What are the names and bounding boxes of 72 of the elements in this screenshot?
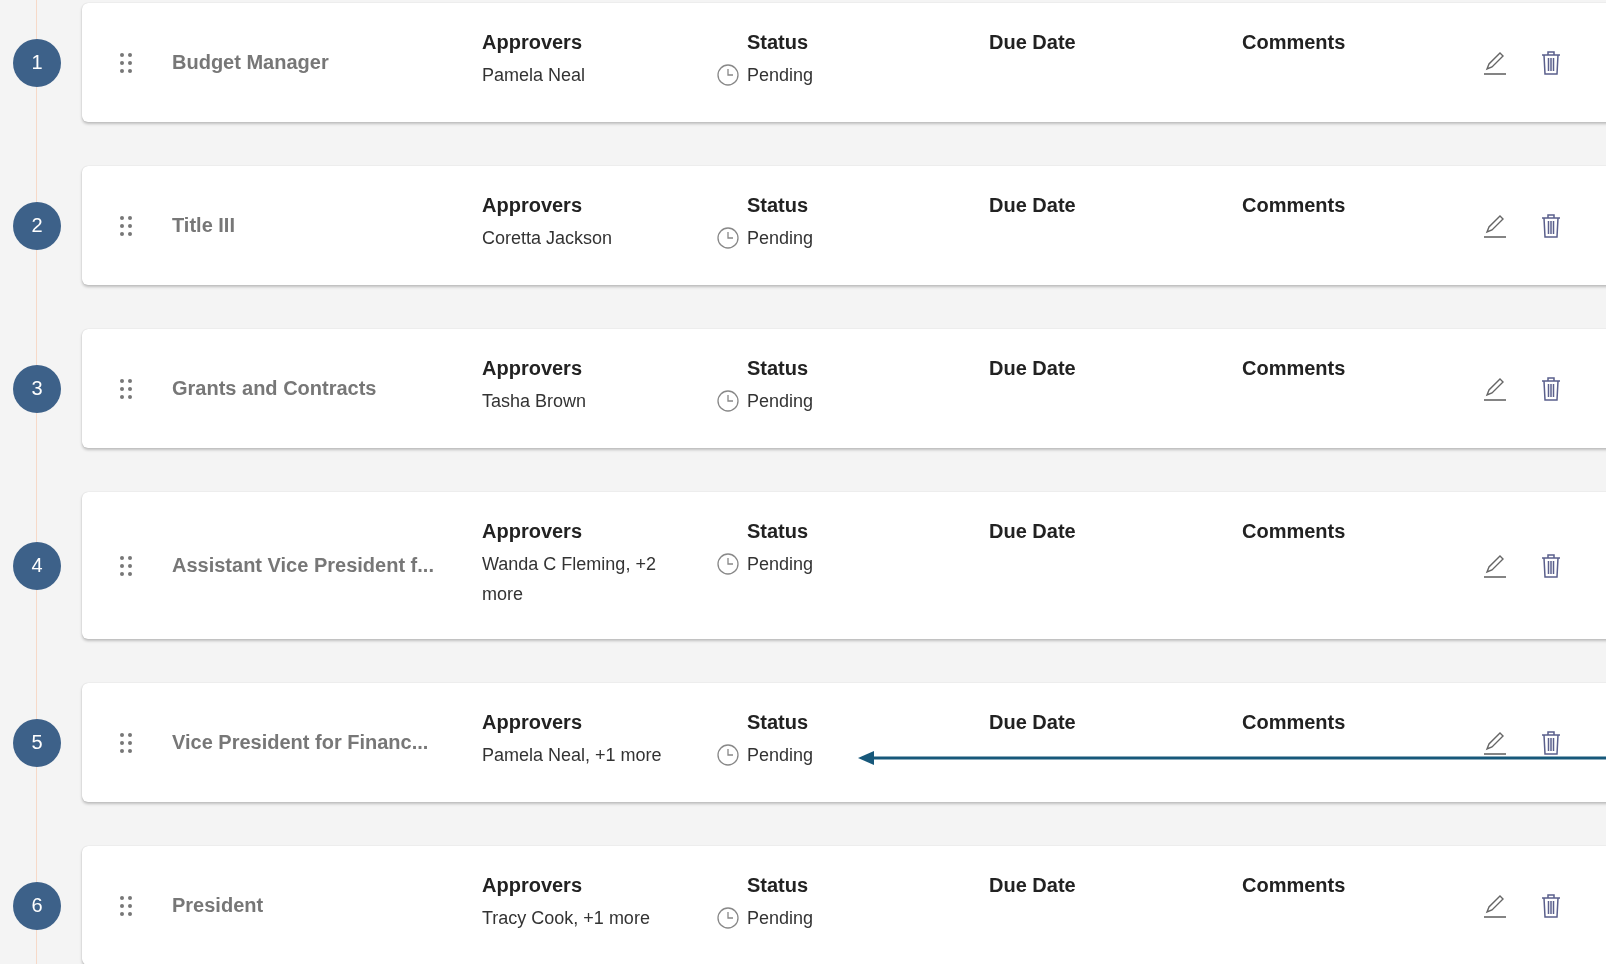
- drag-handle-icon[interactable]: [120, 215, 132, 236]
- step-number: 4: [13, 541, 61, 590]
- column-label: Status: [747, 194, 810, 217]
- status-value: Pending: [747, 227, 814, 250]
- column-label: Status: [747, 711, 810, 734]
- column-label: Approvers: [482, 357, 584, 380]
- clock-icon: [717, 227, 739, 249]
- approvers-value: Tracy Cook, +1 more: [482, 907, 651, 930]
- approvers-value: Tasha Brown: [482, 390, 588, 413]
- column-label: Comments: [1242, 357, 1347, 380]
- column-label: Due Date: [989, 874, 1077, 897]
- status-value: Pending: [747, 744, 814, 767]
- step-number: 6: [13, 881, 61, 930]
- column-label: Due Date: [989, 357, 1077, 380]
- column-label: Comments: [1242, 711, 1347, 734]
- approvers-value: Wanda C Fleming, +2 more: [482, 553, 657, 606]
- drag-handle-icon[interactable]: [120, 732, 132, 753]
- delete-button[interactable]: [1540, 212, 1562, 239]
- step-name: Budget Manager: [172, 51, 330, 74]
- step-name: Vice President for Financ...: [172, 731, 430, 754]
- column-label: Status: [747, 31, 810, 54]
- edit-button[interactable]: [1482, 729, 1508, 756]
- edit-button[interactable]: [1482, 49, 1508, 76]
- column-label: Status: [747, 357, 810, 380]
- step-number: 1: [13, 38, 61, 87]
- column-label: Due Date: [989, 31, 1077, 54]
- column-label: Approvers: [482, 520, 584, 543]
- clock-icon: [717, 553, 739, 575]
- drag-handle-icon[interactable]: [120, 52, 132, 73]
- clock-icon: [717, 390, 739, 412]
- clock-icon: [717, 907, 739, 929]
- column-label: Comments: [1242, 874, 1347, 897]
- step-name: President: [172, 894, 265, 917]
- column-label: Approvers: [482, 874, 584, 897]
- delete-button[interactable]: [1540, 729, 1562, 756]
- column-label: Approvers: [482, 31, 584, 54]
- column-label: Comments: [1242, 31, 1347, 54]
- column-label: Status: [747, 520, 810, 543]
- status-value: Pending: [747, 907, 814, 930]
- step-number: 3: [13, 364, 61, 413]
- step-name: Assistant Vice President f...: [172, 554, 435, 577]
- status-value: Pending: [747, 390, 814, 413]
- drag-handle-icon[interactable]: [120, 378, 132, 399]
- delete-button[interactable]: [1540, 552, 1562, 579]
- status-value: Pending: [747, 553, 814, 576]
- approvers-value: Pamela Neal: [482, 64, 587, 87]
- edit-button[interactable]: [1482, 552, 1508, 579]
- drag-handle-icon[interactable]: [120, 895, 132, 916]
- approvers-value: Coretta Jackson: [482, 227, 614, 250]
- edit-button[interactable]: [1482, 892, 1508, 919]
- step-name: Title III: [172, 214, 236, 237]
- column-label: Due Date: [989, 711, 1077, 734]
- column-label: Comments: [1242, 520, 1347, 543]
- step-number: 2: [13, 201, 61, 250]
- status-value: Pending: [747, 64, 814, 87]
- column-label: Due Date: [989, 194, 1077, 217]
- approvers-value: Pamela Neal, +1 more: [482, 744, 663, 767]
- delete-button[interactable]: [1540, 49, 1562, 76]
- edit-button[interactable]: [1482, 375, 1508, 402]
- delete-button[interactable]: [1540, 375, 1562, 402]
- column-label: Status: [747, 874, 810, 897]
- column-label: Due Date: [989, 520, 1077, 543]
- edit-button[interactable]: [1482, 212, 1508, 239]
- column-label: Approvers: [482, 194, 584, 217]
- column-label: Comments: [1242, 194, 1347, 217]
- drag-handle-icon[interactable]: [120, 555, 132, 576]
- delete-button[interactable]: [1540, 892, 1562, 919]
- clock-icon: [717, 64, 739, 86]
- clock-icon: [717, 744, 739, 766]
- step-name: Grants and Contracts: [172, 377, 378, 400]
- step-number: 5: [13, 718, 61, 767]
- column-label: Approvers: [482, 711, 584, 734]
